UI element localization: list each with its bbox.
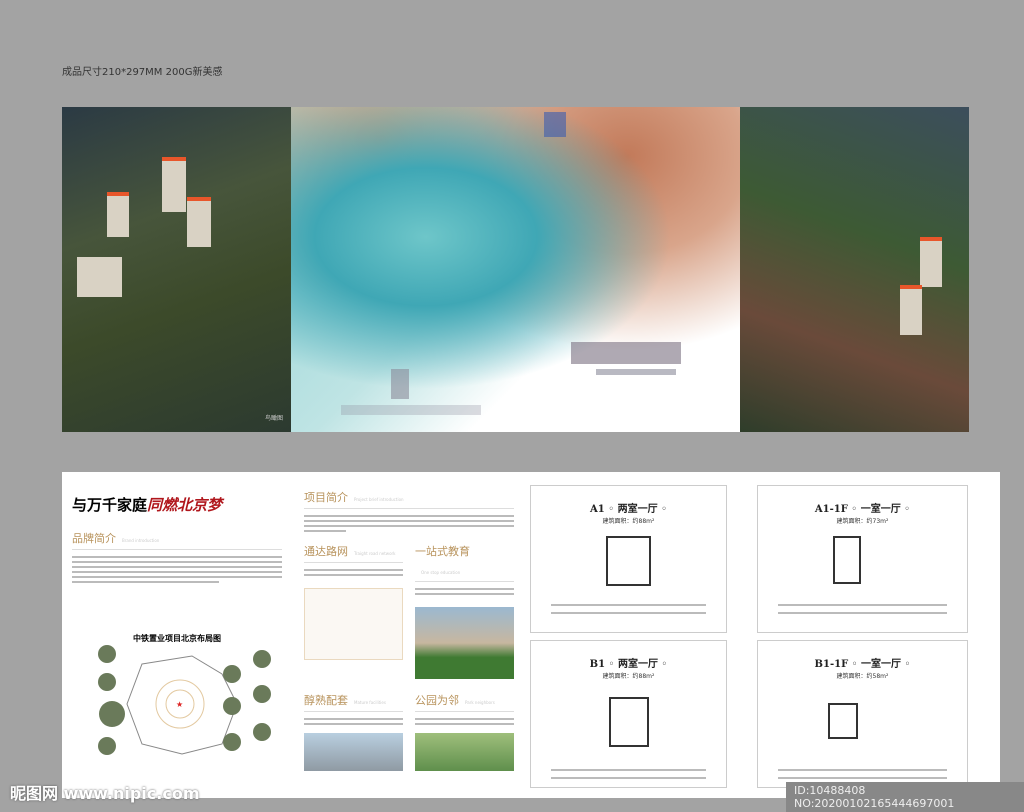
image-id-label: ID:10488408 NO:20200102165444697001 <box>786 782 1024 812</box>
amenities-photo <box>304 733 403 771</box>
unit-code: B1 <box>589 659 606 670</box>
address-blurred <box>341 405 481 415</box>
unit-card-b1: B1 ◦ 两室一厅 ◦ 建筑面积：约88m² <box>530 640 727 788</box>
project-name-blurred <box>571 342 681 364</box>
page-project: 项目简介 Project brief introduction 通达路网 Traig… <box>304 472 514 798</box>
aerial-label: 鸟瞰图 <box>264 415 283 422</box>
headline-black: 与万千家庭 <box>72 496 148 514</box>
unit-area: 建筑面积：约88m² <box>602 673 655 680</box>
watermark: 昵图网 www.nipic.com <box>10 784 200 803</box>
park-sub: Park neighbors <box>465 700 495 705</box>
aerial-photo-left: 鸟瞰图 <box>62 107 291 432</box>
page-brand: 与万千家庭同燃北京梦 品牌简介 Brand introduction 中铁置业项目… <box>72 472 282 798</box>
unit-type: 一室一厅 <box>861 659 902 670</box>
map-title: 中铁置业项目北京布局图 <box>133 633 221 643</box>
project-intro-title: 项目简介 <box>304 491 348 504</box>
unit-area: 建筑面积：约58m² <box>836 673 889 680</box>
floor-plan <box>606 536 651 586</box>
spec-label: 成品尺寸210*297MM 200G新美感 <box>62 67 223 78</box>
cover-spread: 鸟瞰图 <box>62 107 969 432</box>
unit-type: 两室一厅 <box>617 659 658 670</box>
unit-code: A1 <box>590 504 605 515</box>
education-sub: One stop education <box>421 570 461 575</box>
unit-code: A1-1F <box>814 504 848 515</box>
project-intro-sub: Project brief introduction <box>354 497 404 502</box>
unit-area: 建筑面积：约73m² <box>836 518 889 525</box>
unit-type: 两室一厅 <box>617 504 658 515</box>
unit-card-b1-1f: B1-1F ◦ 一室一厅 ◦ 建筑面积：约58m² <box>757 640 968 788</box>
floor-plan <box>828 703 858 739</box>
traffic-sub: Traight road network <box>354 551 396 556</box>
unit-card-a1: A1 ◦ 两室一厅 ◦ 建筑面积：约88m² <box>530 485 727 633</box>
amenities-title: 醇熟配套 <box>304 694 348 707</box>
floor-plan <box>833 536 861 584</box>
tagline-blurred <box>596 369 676 375</box>
education-title: 一站式教育 <box>415 545 470 558</box>
brand-intro-sub: Brand introduction <box>122 538 160 543</box>
logo-blurred <box>544 112 566 137</box>
park-photo <box>415 733 514 771</box>
amenities-sub: Mature facilities <box>354 700 386 705</box>
front-cover-art <box>291 107 740 432</box>
beijing-layout-map: ★ <box>98 645 271 755</box>
traffic-map <box>304 588 403 660</box>
unit-area: 建筑面积：约88m² <box>602 518 655 525</box>
aerial-photo-right <box>740 107 969 432</box>
school-photo <box>415 607 514 679</box>
headline-red: 同燃北京梦 <box>147 496 223 514</box>
unit-type: 一室一厅 <box>860 504 901 515</box>
svg-text:★: ★ <box>176 700 183 709</box>
unit-code: B1-1F <box>814 659 849 670</box>
unit-card-a1-1f: A1-1F ◦ 一室一厅 ◦ 建筑面积：约73m² <box>757 485 968 633</box>
park-title: 公园为邻 <box>415 694 459 707</box>
traffic-title: 通达路网 <box>304 545 348 558</box>
inner-spread: 与万千家庭同燃北京梦 品牌简介 Brand introduction 中铁置业项目… <box>62 472 1000 798</box>
mark-blurred <box>391 369 409 399</box>
floor-plan <box>609 697 649 747</box>
brand-intro-title: 品牌简介 <box>72 532 116 545</box>
